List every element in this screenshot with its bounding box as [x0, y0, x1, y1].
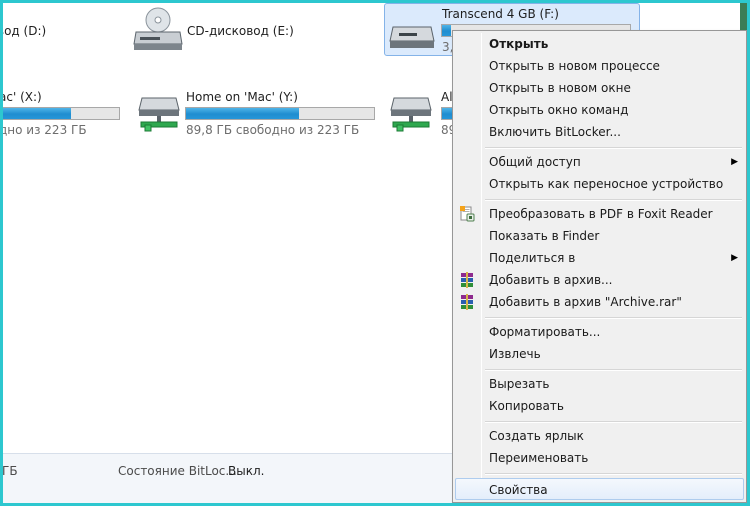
drive-e[interactable]: CD-дисковод (E:) — [128, 0, 378, 56]
menu-item-label: Показать в Finder — [489, 229, 600, 243]
menu-separator — [485, 317, 742, 319]
menu-item-label: Преобразовать в PDF в Foxit Reader — [489, 207, 713, 221]
menu-item-open-new-window[interactable]: Открыть в новом окне — [455, 77, 744, 99]
menu-item-eject[interactable]: Извлечь — [455, 343, 744, 365]
drive-x-label: ac' (X:) — [0, 90, 42, 104]
menu-item-label: Открыть как переносное устройство — [489, 177, 724, 191]
menu-item-open-new-process[interactable]: Открыть в новом процессе — [455, 55, 744, 77]
context-menu: Открыть Открыть в новом процессе Открыть… — [452, 30, 747, 503]
menu-item-sharing[interactable]: Общий доступ ▶ — [455, 151, 744, 173]
menu-item-label: Открыть окно команд — [489, 103, 629, 117]
menu-item-copy[interactable]: Копировать — [455, 395, 744, 417]
menu-item-label: Добавить в архив... — [489, 273, 613, 287]
drive-d[interactable]: вод (D:) — [0, 0, 120, 56]
drive-y[interactable]: Home on 'Mac' (Y:) 89,8 ГБ свободно из 2… — [134, 86, 380, 142]
menu-separator — [485, 199, 742, 201]
drive-f-label: Transcend 4 GB (F:) — [442, 7, 559, 21]
menu-separator — [485, 147, 742, 149]
menu-item-label: Добавить в архив "Archive.rar" — [489, 295, 682, 309]
bitlocker-status-label: Состояние BitLoc... — [118, 464, 237, 478]
menu-item-show-finder[interactable]: Показать в Finder — [455, 225, 744, 247]
menu-item-label: Создать ярлык — [489, 429, 584, 443]
menu-item-label: Открыть в новом процессе — [489, 59, 660, 73]
menu-item-label: Переименовать — [489, 451, 589, 465]
menu-separator — [485, 421, 742, 423]
menu-item-label: Открыть — [489, 37, 549, 51]
drive-y-usage-bar — [185, 107, 375, 120]
menu-item-label: Открыть в новом окне — [489, 81, 631, 95]
bitlocker-status-value: Выкл. — [228, 464, 265, 478]
menu-item-convert-pdf[interactable]: Преобразовать в PDF в Foxit Reader — [455, 203, 744, 225]
menu-item-add-archive-rar[interactable]: Добавить в архив "Archive.rar" — [455, 291, 744, 313]
details-size: ГБ — [2, 464, 18, 478]
menu-item-add-archive[interactable]: Добавить в архив... — [455, 269, 744, 291]
menu-item-label: Копировать — [489, 399, 564, 413]
menu-item-label: Общий доступ — [489, 155, 581, 169]
menu-item-label: Свойства — [489, 483, 548, 497]
drive-d-label: вод (D:) — [0, 24, 47, 38]
drive-y-free: 89,8 ГБ свободно из 223 ГБ — [186, 123, 360, 137]
menu-item-label: Поделиться в — [489, 251, 576, 265]
menu-item-bitlocker[interactable]: Включить BitLocker... — [455, 121, 744, 143]
menu-item-cut[interactable]: Вырезать — [455, 373, 744, 395]
winrar-archive-icon — [461, 294, 473, 310]
chevron-right-icon: ▶ — [731, 157, 738, 167]
drive-x-usage-fill — [0, 108, 71, 119]
drive-x-usage-bar — [0, 107, 120, 120]
network-drive-icon — [390, 97, 432, 132]
chevron-right-icon: ▶ — [731, 253, 738, 263]
menu-separator — [485, 369, 742, 371]
winrar-archive-icon — [461, 272, 473, 288]
menu-item-label: Вырезать — [489, 377, 550, 391]
cd-drive-icon — [133, 7, 183, 50]
menu-item-open-cmd[interactable]: Открыть окно команд — [455, 99, 744, 121]
drive-f-usage-fill — [442, 25, 452, 36]
menu-item-open[interactable]: Открыть — [455, 33, 744, 55]
drive-x-free: дно из 223 ГБ — [0, 123, 87, 137]
menu-item-label: Форматировать... — [489, 325, 601, 339]
drive-e-label: CD-дисковод (E:) — [187, 24, 294, 38]
usb-drive-icon — [389, 26, 435, 48]
drive-z-label: Al — [441, 90, 453, 104]
menu-separator — [485, 473, 742, 475]
menu-item-share-in[interactable]: Поделиться в ▶ — [455, 247, 744, 269]
menu-item-format[interactable]: Форматировать... — [455, 321, 744, 343]
drive-z[interactable]: Al 89 — [388, 86, 461, 142]
network-drive-icon — [138, 97, 180, 132]
menu-item-label: Извлечь — [489, 347, 541, 361]
menu-item-properties[interactable]: Свойства — [455, 478, 744, 500]
menu-item-label: Включить BitLocker... — [489, 125, 621, 139]
drive-y-usage-fill — [186, 108, 299, 119]
foxit-pdf-icon — [460, 206, 475, 222]
menu-item-create-shortcut[interactable]: Создать ярлык — [455, 425, 744, 447]
drive-x[interactable]: ac' (X:) дно из 223 ГБ — [0, 86, 125, 142]
drive-y-label: Home on 'Mac' (Y:) — [186, 90, 298, 104]
menu-item-open-portable[interactable]: Открыть как переносное устройство — [455, 173, 744, 195]
menu-item-rename[interactable]: Переименовать — [455, 447, 744, 469]
